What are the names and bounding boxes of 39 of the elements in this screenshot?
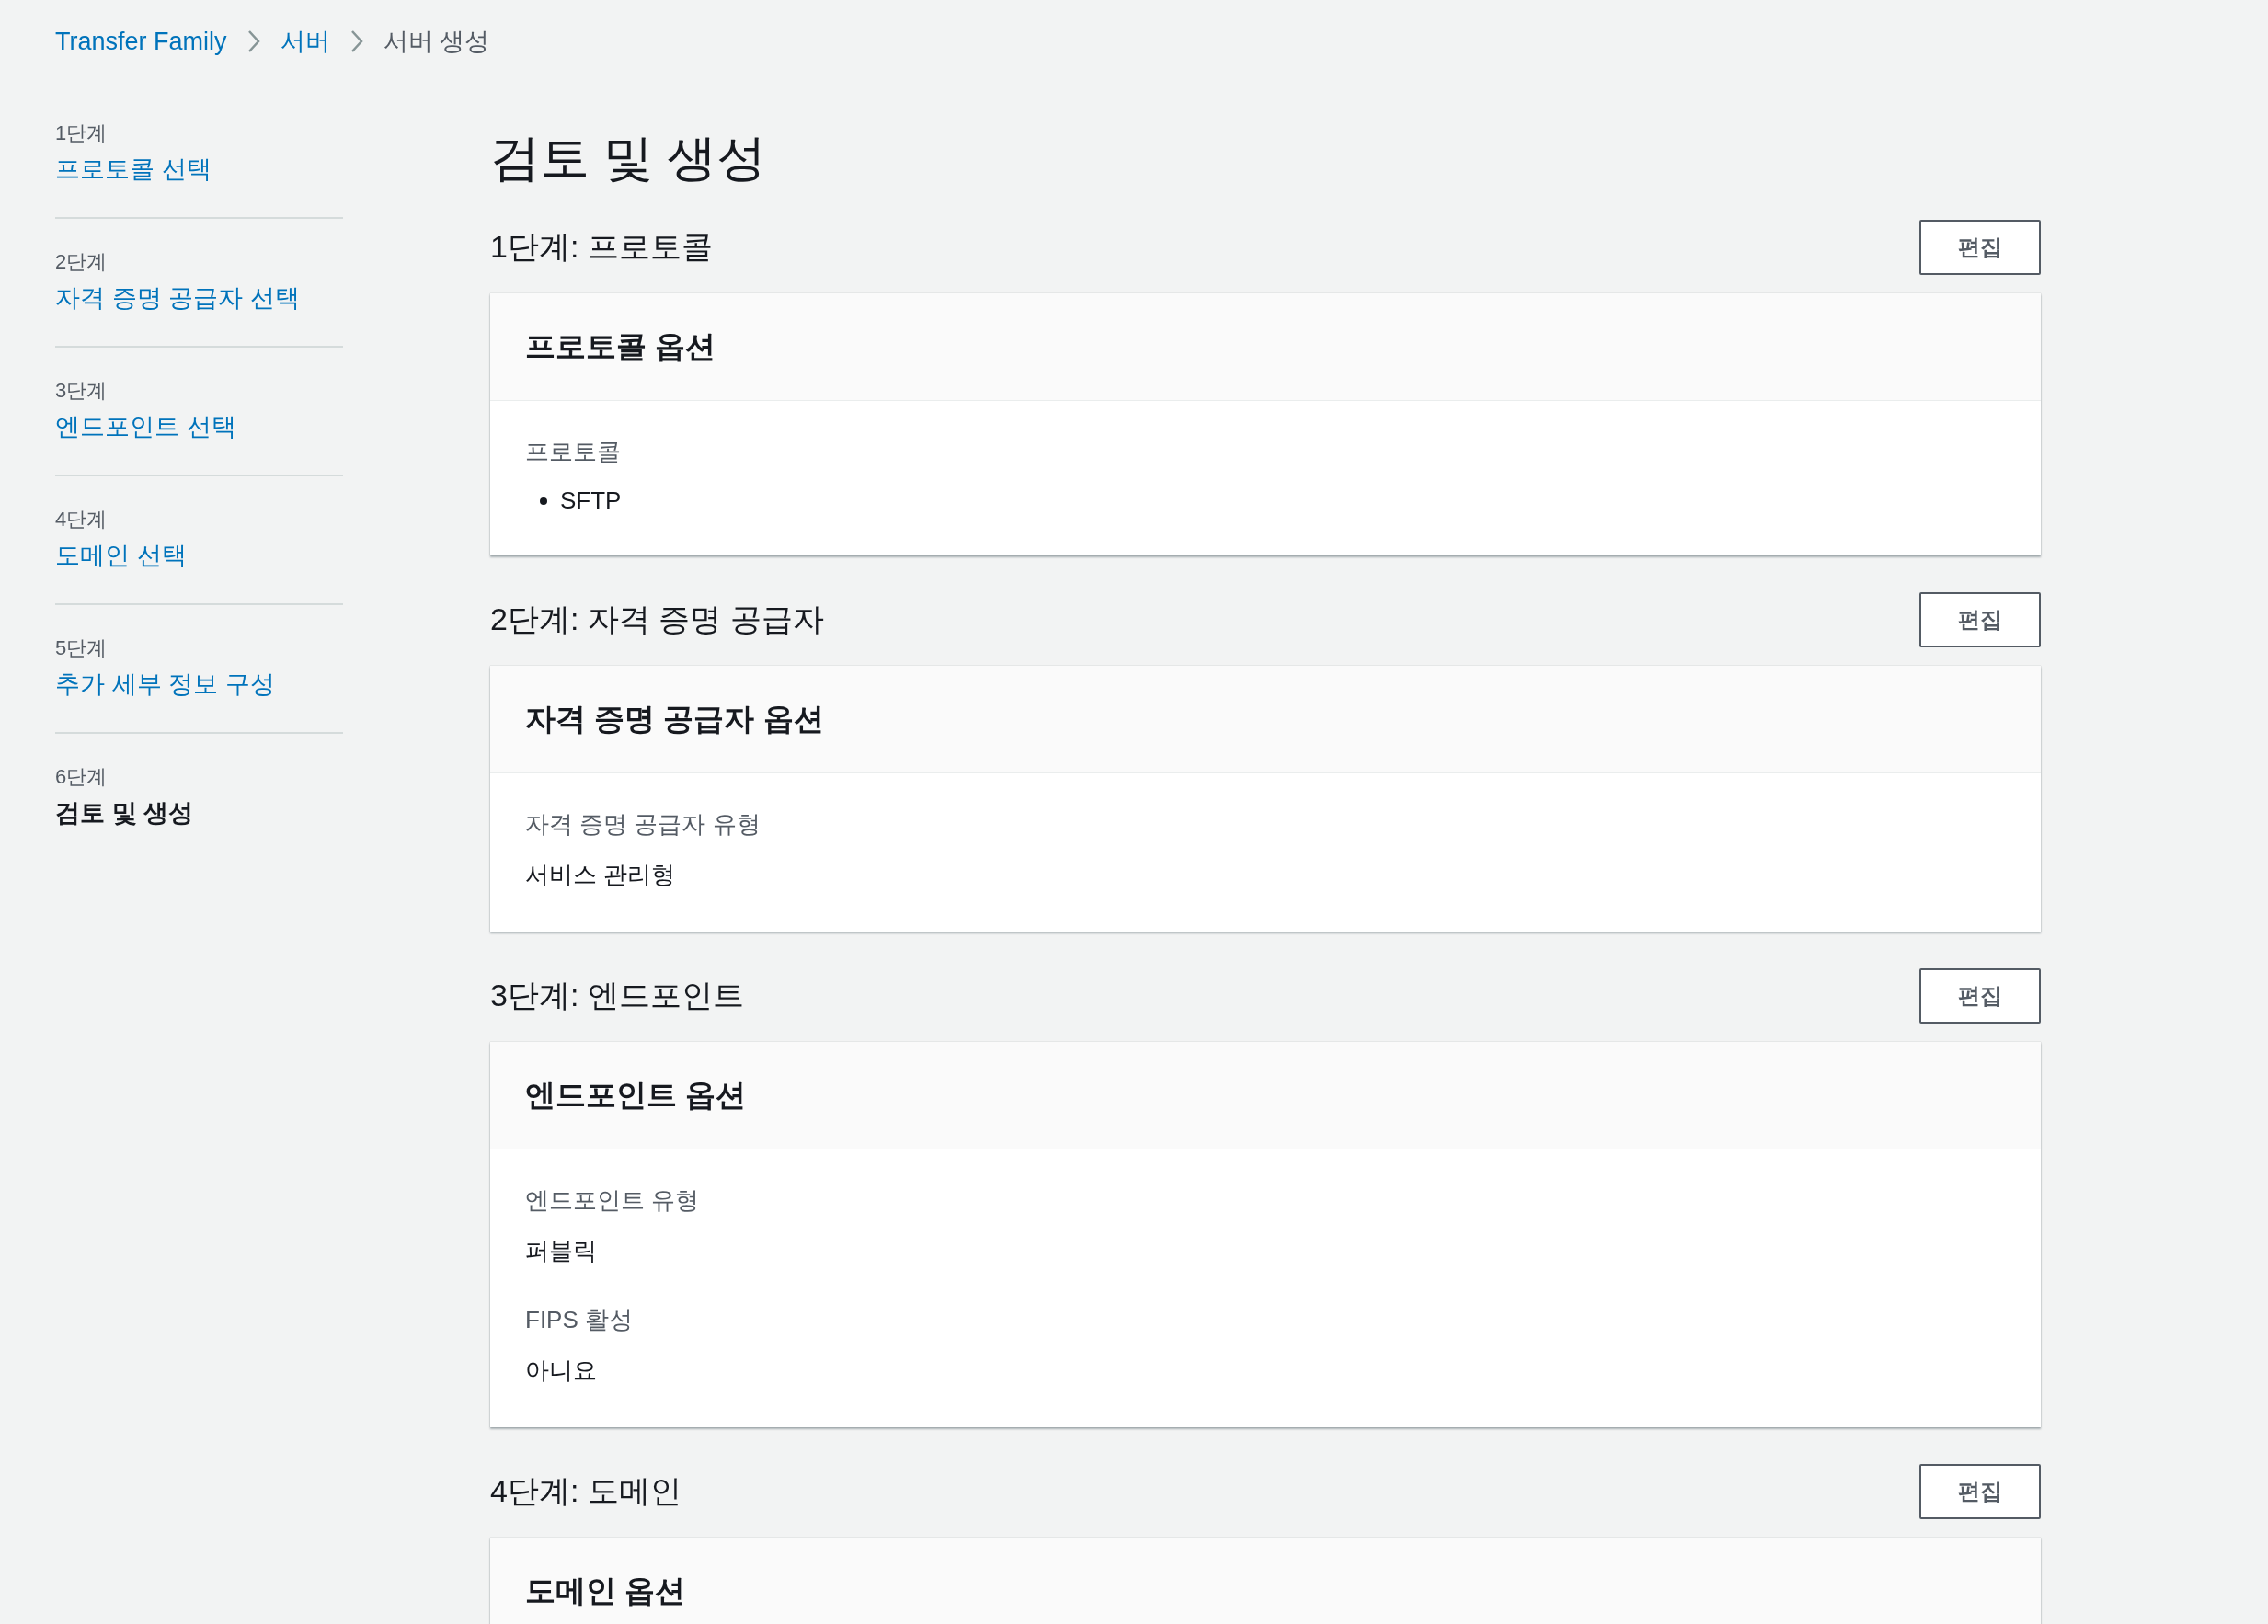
- edit-button[interactable]: 편집: [1919, 968, 2041, 1024]
- step-number: 4단계: [55, 507, 109, 532]
- section-heading: 1단계: 프로토콜: [490, 228, 713, 266]
- card-title: 도메인 옵션: [525, 1572, 686, 1609]
- section-heading: 3단계: 엔드포인트: [490, 977, 744, 1014]
- card-title: 프로토콜 옵션: [525, 327, 716, 365]
- step-link[interactable]: 엔드포인트 선택: [55, 410, 343, 443]
- field-label: 엔드포인트 유형: [525, 1185, 701, 1216]
- step-number: 6단계: [55, 764, 109, 790]
- field-label: FIPS 활성: [525, 1305, 634, 1335]
- section-heading: 4단계: 도메인: [490, 1472, 682, 1510]
- breadcrumb-text: 서버 생성: [383, 27, 490, 57]
- page-title: 검토 및 생성: [490, 129, 767, 187]
- field-value: SFTP: [560, 486, 622, 515]
- step-link[interactable]: 검토 및 생성: [55, 796, 343, 829]
- step-link[interactable]: 프로토콜 선택: [55, 153, 343, 186]
- step-link[interactable]: 도메인 선택: [55, 539, 343, 572]
- step-link[interactable]: 추가 세부 정보 구성: [55, 668, 343, 701]
- card-title: 자격 증명 공급자 옵션: [525, 700, 824, 738]
- field-value: 아니요: [525, 1355, 598, 1386]
- breadcrumb-link[interactable]: 서버: [280, 25, 330, 58]
- breadcrumb-link[interactable]: Transfer Family: [55, 27, 227, 56]
- field-label: 자격 증명 공급자 유형: [525, 809, 762, 840]
- section-heading: 2단계: 자격 증명 공급자: [490, 600, 824, 638]
- field-label: 프로토콜: [525, 437, 622, 467]
- chevron-right-icon: [349, 29, 363, 53]
- edit-button[interactable]: 편집: [1919, 220, 2041, 275]
- field-value: 퍼블릭: [525, 1236, 598, 1266]
- step-number: 5단계: [55, 635, 109, 661]
- field-value: 서비스 관리형: [525, 860, 677, 890]
- edit-button[interactable]: 편집: [1919, 592, 2041, 647]
- card-title: 엔드포인트 옵션: [525, 1076, 747, 1114]
- step-number: 2단계: [55, 249, 109, 275]
- step-number: 3단계: [55, 378, 109, 404]
- edit-button[interactable]: 편집: [1919, 1464, 2041, 1519]
- chevron-right-icon: [246, 29, 260, 53]
- step-number: 1단계: [55, 120, 109, 146]
- bullet-icon: [540, 497, 547, 505]
- step-link[interactable]: 자격 증명 공급자 선택: [55, 281, 343, 315]
